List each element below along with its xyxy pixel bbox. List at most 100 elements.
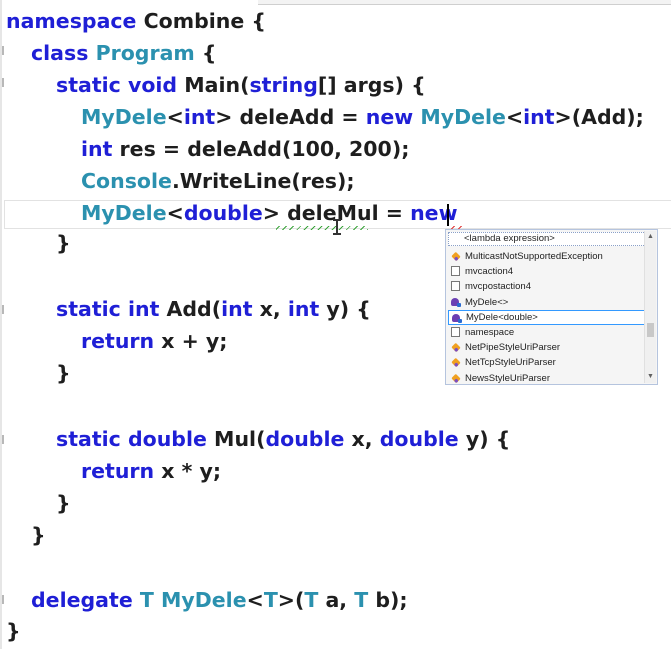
code-token: MyDele [81, 201, 167, 225]
fold-marker[interactable] [2, 46, 4, 55]
fold-marker[interactable] [2, 78, 4, 87]
code-token: static int [56, 297, 160, 321]
code-line[interactable]: class Program { [31, 38, 217, 68]
code-token: } [56, 491, 71, 515]
code-token: Console [81, 169, 172, 193]
code-line[interactable]: } [56, 358, 71, 388]
fold-marker[interactable] [2, 595, 4, 604]
completion-item-label: NetPipeStyleUriParser [465, 342, 561, 354]
code-line[interactable]: } [6, 616, 21, 646]
code-token: Mul( [206, 427, 266, 451]
fold-marker[interactable] [2, 305, 4, 314]
code-token: int [183, 105, 216, 129]
completion-item[interactable]: MyDele<> [448, 295, 646, 310]
code-line[interactable]: MyDele<int> deleAdd = new MyDele<int>(Ad… [81, 102, 644, 132]
snippet-icon [451, 281, 460, 292]
snippet-icon [451, 326, 460, 337]
completion-item-label: namespace [465, 326, 515, 338]
scroll-down-icon[interactable]: ▼ [646, 372, 655, 382]
code-token: namespace [6, 9, 137, 33]
code-token: T [139, 588, 154, 612]
code-token: < [166, 201, 184, 225]
completion-item[interactable]: MyDele<double> [448, 309, 646, 325]
scroll-up-icon[interactable]: ▲ [646, 232, 655, 242]
completion-item[interactable]: MulticastNotSupportedException [448, 249, 646, 264]
code-token: y) { [458, 427, 511, 451]
code-token: int [221, 297, 253, 321]
code-token: Add( [159, 297, 222, 321]
completion-item-label: MulticastNotSupportedException [465, 251, 603, 262]
code-token: double [379, 427, 459, 451]
code-line[interactable]: return x + y; [81, 326, 228, 356]
completion-item-label: NetTcpStyleUriParser [465, 357, 556, 369]
completion-item-label: NewsStyleUriParser [465, 372, 550, 384]
completion-item[interactable]: namespace [448, 325, 646, 340]
completion-item[interactable]: NetPipeStyleUriParser [448, 340, 646, 355]
editor-margin [0, 0, 2, 649]
code-line[interactable]: } [31, 520, 46, 550]
class-icon [451, 373, 461, 383]
code-token: class [31, 41, 89, 65]
code-token: } [6, 619, 21, 643]
class-icon [451, 358, 461, 368]
completion-item-label: mvcaction4 [465, 266, 514, 278]
code-token: static void [56, 73, 178, 97]
code-line[interactable]: return x * y; [81, 456, 221, 486]
code-token: int [81, 137, 113, 161]
code-token: Combine { [136, 9, 267, 33]
code-line[interactable]: static double Mul(double x, double y) { [56, 424, 510, 454]
completion-item[interactable]: mvcpostaction4 [448, 279, 646, 294]
code-token: MyDele [161, 588, 247, 612]
completion-item-label: MyDele<double> [466, 311, 538, 323]
code-line[interactable]: } [56, 228, 71, 258]
completion-item[interactable]: mvcaction4 [448, 264, 646, 279]
scroll-thumb[interactable] [647, 323, 654, 337]
completion-item[interactable]: NewsStyleUriParser [448, 371, 646, 386]
code-line[interactable]: int res = deleAdd(100, 200); [81, 134, 409, 164]
code-line[interactable]: namespace Combine { [6, 6, 266, 36]
lambda-expression-suggestion[interactable]: <lambda expression> [448, 232, 646, 246]
code-token: new [365, 105, 414, 129]
completion-items[interactable]: MulticastNotSupportedException mvcaction4… [448, 249, 646, 386]
class-icon [451, 342, 461, 353]
code-token: T [304, 588, 319, 612]
completion-scrollbar[interactable]: ▲ ▼ [644, 231, 656, 383]
text-caret [447, 204, 449, 226]
ibeam-cursor-icon [333, 219, 341, 235]
code-token: < [166, 105, 184, 129]
code-line[interactable]: static int Add(int x, int y) { [56, 294, 371, 324]
fold-marker[interactable] [2, 435, 4, 444]
code-token: } [56, 231, 71, 255]
code-token: int [287, 297, 320, 321]
code-token: y) { [319, 297, 371, 321]
completion-item-label: mvcpostaction4 [465, 281, 532, 293]
code-token: b); [368, 588, 408, 612]
code-token: x, [252, 297, 288, 321]
code-token: >( [277, 588, 305, 612]
code-line-current[interactable]: MyDele<double> deleMul = new [81, 198, 458, 228]
code-token: } [31, 523, 46, 547]
code-line[interactable]: } [56, 488, 71, 518]
code-token: > deleAdd = [215, 105, 366, 129]
code-token: string [249, 73, 318, 97]
code-line[interactable]: delegate T MyDele<T>(T a, T b); [31, 585, 408, 615]
code-token: < [246, 588, 264, 612]
code-token: >(Add); [554, 105, 644, 129]
code-token: T [263, 588, 278, 612]
completion-item[interactable]: NetTcpStyleUriParser [448, 355, 646, 370]
delegate-icon [452, 313, 462, 323]
intellisense-completion-list[interactable]: <lambda expression> MulticastNotSupporte… [445, 229, 658, 385]
code-token: .WriteLine(res); [171, 169, 355, 193]
code-editor[interactable]: namespace Combine { class Program { stat… [0, 0, 671, 649]
code-line[interactable]: static void Main(string[] args) { [56, 70, 426, 100]
code-line[interactable]: Console.WriteLine(res); [81, 166, 355, 196]
code-token: delegate [31, 588, 133, 612]
warning-squiggle [276, 226, 368, 230]
editor-top-strip [258, 0, 671, 5]
code-token: return [81, 329, 155, 353]
code-token: static double [56, 427, 207, 451]
code-token: } [56, 361, 71, 385]
